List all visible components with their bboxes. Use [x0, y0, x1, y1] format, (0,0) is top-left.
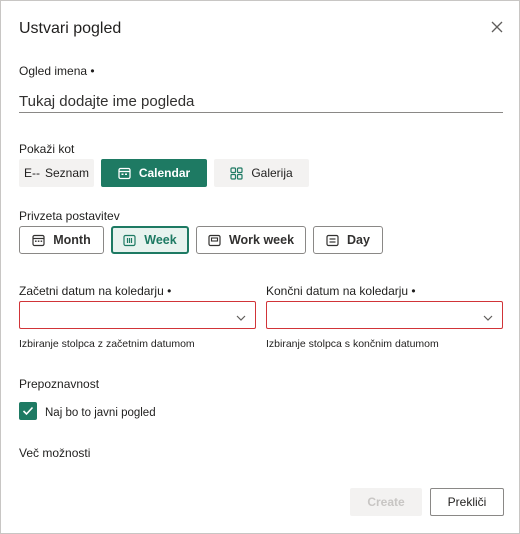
- show-as-gallery-label: Galerija: [251, 166, 293, 180]
- end-date-dropdown[interactable]: [266, 301, 503, 329]
- show-as-calendar-label: Calendar: [138, 166, 191, 180]
- calendar-month-icon: [32, 234, 53, 247]
- show-as-calendar-button[interactable]: Calendar: [101, 159, 207, 187]
- list-icon: E--: [23, 166, 40, 180]
- view-name-input[interactable]: [19, 91, 503, 113]
- default-layout-label: Privzeta postavitev: [19, 209, 120, 223]
- calendar-workweek-icon: [208, 234, 229, 247]
- layout-work-week-label: Work week: [228, 233, 295, 247]
- layout-week-label: Week: [144, 233, 177, 247]
- start-date-helper: Izbiranje stolpca z začetnim datumom: [19, 338, 195, 350]
- calendar-day-icon: [326, 234, 347, 247]
- more-options-link[interactable]: Več možnosti: [19, 445, 90, 461]
- close-icon[interactable]: [487, 17, 507, 37]
- show-as-gallery-button[interactable]: Galerija: [214, 159, 309, 187]
- dialog-title: Ustvari pogled: [19, 20, 122, 37]
- chevron-down-icon: [482, 310, 494, 328]
- gallery-icon: [230, 166, 243, 180]
- cancel-button[interactable]: Prekliči: [430, 488, 504, 516]
- layout-work-week-button[interactable]: Work week: [196, 226, 306, 254]
- create-button[interactable]: Create: [350, 488, 422, 516]
- end-date-label: Končni datum na koledarju •: [266, 284, 416, 298]
- start-date-label: Začetni datum na koledarju •: [19, 284, 172, 298]
- start-date-dropdown[interactable]: [19, 301, 256, 329]
- calendar-icon: [118, 167, 131, 180]
- show-as-label: Pokaži kot: [19, 142, 75, 156]
- view-name-label: Ogled imena •: [19, 64, 95, 78]
- end-date-helper: Izbiranje stolpca s končnim datumom: [266, 338, 439, 350]
- layout-month-button[interactable]: Month: [19, 226, 104, 254]
- visibility-label: Prepoznavnost: [19, 377, 100, 391]
- checkmark-icon: [22, 406, 34, 416]
- create-view-dialog: Ustvari pogled Ogled imena • Pokaži kot …: [0, 0, 520, 534]
- calendar-week-icon: [123, 234, 144, 247]
- chevron-down-icon: [235, 310, 247, 328]
- layout-month-label: Month: [53, 233, 91, 247]
- show-as-list-button[interactable]: E-- Seznam: [19, 159, 94, 187]
- public-view-label[interactable]: Naj bo to javni pogled: [45, 405, 156, 421]
- public-view-checkbox[interactable]: [19, 402, 37, 420]
- layout-week-button[interactable]: Week: [111, 226, 189, 254]
- layout-day-button[interactable]: Day: [313, 226, 383, 254]
- layout-day-label: Day: [347, 233, 370, 247]
- show-as-list-label: Seznam: [44, 166, 90, 180]
